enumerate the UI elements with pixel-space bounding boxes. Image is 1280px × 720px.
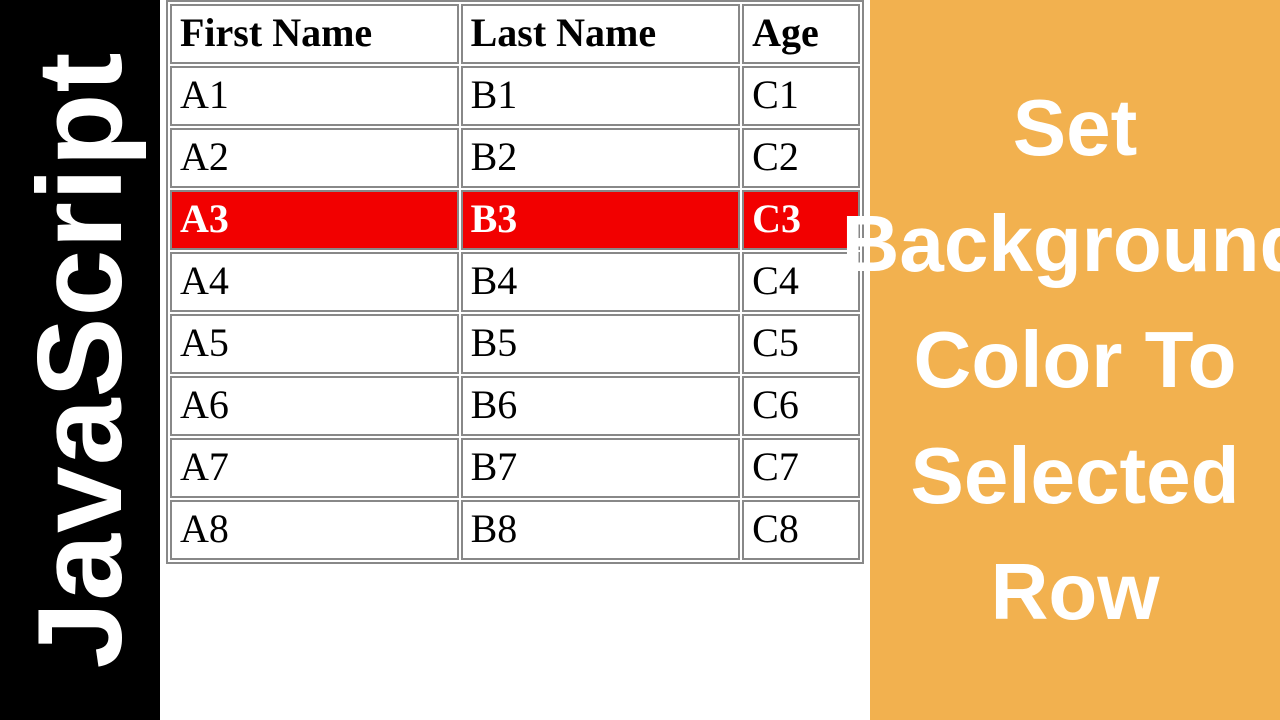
right-sidebar-title: Set Background Color To Selected Row bbox=[842, 70, 1280, 650]
table-cell: A8 bbox=[170, 500, 459, 560]
table-header-row: First Name Last Name Age bbox=[170, 4, 860, 64]
table-cell: A7 bbox=[170, 438, 459, 498]
center-content: First Name Last Name Age A1B1C1A2B2C2A3B… bbox=[160, 0, 870, 720]
table-cell: B4 bbox=[461, 252, 741, 312]
table-row[interactable]: A6B6C6 bbox=[170, 376, 860, 436]
table-row[interactable]: A4B4C4 bbox=[170, 252, 860, 312]
table-row[interactable]: A5B5C5 bbox=[170, 314, 860, 374]
table-cell: B3 bbox=[461, 190, 741, 250]
table-cell: B7 bbox=[461, 438, 741, 498]
table-row[interactable]: A2B2C2 bbox=[170, 128, 860, 188]
table-cell: B8 bbox=[461, 500, 741, 560]
table-cell: B6 bbox=[461, 376, 741, 436]
table-cell: B2 bbox=[461, 128, 741, 188]
table-cell: A5 bbox=[170, 314, 459, 374]
table-cell: A6 bbox=[170, 376, 459, 436]
table-row[interactable]: A7B7C7 bbox=[170, 438, 860, 498]
table-cell: A3 bbox=[170, 190, 459, 250]
table-cell: B5 bbox=[461, 314, 741, 374]
right-sidebar: Set Background Color To Selected Row bbox=[870, 0, 1280, 720]
table-row[interactable]: A3B3C3 bbox=[170, 190, 860, 250]
table-row[interactable]: A8B8C8 bbox=[170, 500, 860, 560]
table-body: A1B1C1A2B2C2A3B3C3A4B4C4A5B5C5A6B6C6A7B7… bbox=[170, 66, 860, 560]
column-header-last-name: Last Name bbox=[461, 4, 741, 64]
left-sidebar: JavaScript bbox=[0, 0, 160, 720]
table-cell: A4 bbox=[170, 252, 459, 312]
table-cell: B1 bbox=[461, 66, 741, 126]
table-row[interactable]: A1B1C1 bbox=[170, 66, 860, 126]
table-cell: A1 bbox=[170, 66, 459, 126]
column-header-first-name: First Name bbox=[170, 4, 459, 64]
data-table: First Name Last Name Age A1B1C1A2B2C2A3B… bbox=[166, 0, 864, 564]
table-cell: A2 bbox=[170, 128, 459, 188]
left-sidebar-label: JavaScript bbox=[11, 51, 149, 668]
column-header-age: Age bbox=[742, 4, 860, 64]
